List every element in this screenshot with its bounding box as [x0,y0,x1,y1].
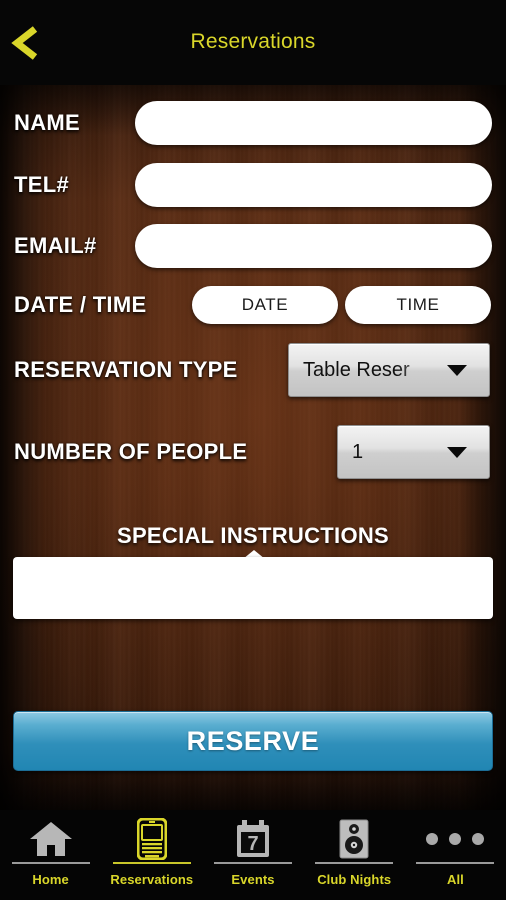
tab-underline [416,862,495,864]
special-instructions-input[interactable] [13,557,493,619]
number-of-people-dropdown[interactable]: 1 [337,425,490,479]
field-row-name: NAME [0,100,506,146]
special-instructions-label: SPECIAL INSTRUCTIONS [116,523,390,548]
tab-events[interactable]: 7 Events [202,810,303,900]
tab-reservations[interactable]: Reservations [101,810,202,900]
tab-label-home: Home [32,872,69,887]
number-of-people-value: 1 [352,440,364,463]
svg-text:7: 7 [247,833,258,855]
tab-label-all: All [446,872,464,887]
field-row-email: EMAIL# [0,223,506,269]
tab-underline [315,862,394,864]
email-label: EMAIL# [14,233,97,258]
tel-label: TEL# [14,172,69,197]
date-time-label: DATE / TIME [14,292,147,317]
home-icon [29,818,73,860]
reservation-type-dropdown[interactable]: Table Reser [288,343,490,397]
chevron-down-icon [447,364,467,376]
calendar-icon: 7 [235,818,271,860]
field-row-reservation-type: RESERVATION TYPE Table Reser [0,343,506,397]
page-title: Reservations [190,30,316,53]
reservation-type-value: Table Reser [303,358,410,381]
tab-club-nights[interactable]: Club Nights [304,810,405,900]
tab-all[interactable]: All [405,810,506,900]
tab-underline [214,862,292,864]
dot [472,833,485,845]
tab-label-reservations: Reservations [110,872,194,887]
reservation-type-label: RESERVATION TYPE [14,357,238,382]
email-input[interactable] [135,224,492,268]
reserve-button[interactable]: RESERVE [13,711,493,771]
more-dots-icon [426,818,485,860]
reservation-screen: Reservations NAME TEL# EMAIL# DATE / TIM… [0,0,506,900]
speaker-icon [339,818,369,860]
tab-underline [11,862,90,864]
dot [449,833,462,845]
name-label: NAME [14,110,80,135]
field-row-number-of-people: NUMBER OF PEOPLE 1 [0,425,506,479]
dot [426,833,439,845]
date-button[interactable]: DATE [192,286,338,324]
app-header: Reservations [0,0,506,85]
bottom-tab-bar: Home Reservations 7 Events Club Nights A… [0,810,506,900]
time-button[interactable]: TIME [345,286,491,324]
field-row-tel: TEL# [0,162,506,208]
field-row-date-time: DATE / TIME DATE TIME [0,285,506,325]
tab-label-club-nights: Club Nights [317,872,392,887]
name-input[interactable] [135,101,492,145]
tel-input[interactable] [135,163,492,207]
number-of-people-label: NUMBER OF PEOPLE [14,439,248,464]
chevron-down-icon [447,446,467,458]
tab-home[interactable]: Home [0,810,101,900]
tab-underline [112,862,191,864]
phone-icon [136,818,167,860]
tab-label-events: Events [231,872,275,887]
